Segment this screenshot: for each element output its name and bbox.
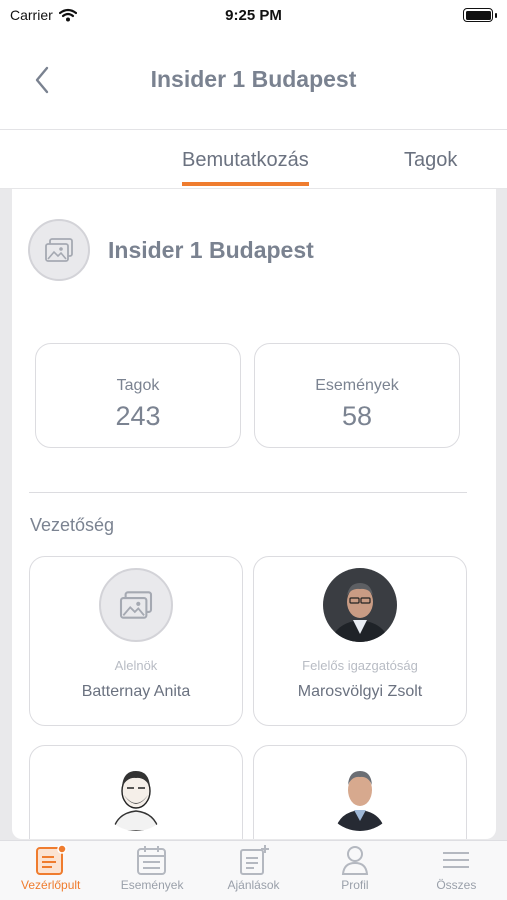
page-title: Insider 1 Budapest: [150, 66, 357, 92]
leader-photo: [323, 757, 397, 831]
menu-icon: [443, 852, 470, 868]
group-avatar: [28, 219, 90, 281]
members-stat-value: 243: [115, 401, 161, 431]
leader-card[interactable]: Felelős igazgatóság Marosvölgyi Zsolt: [253, 556, 467, 726]
segment-tabs: Bemutatkozás Tagok: [0, 131, 507, 189]
group-name: Insider 1 Budapest: [108, 236, 314, 263]
leader-photo: [99, 757, 173, 831]
members-stat-label: Tagok: [116, 377, 160, 394]
leader-card[interactable]: [29, 745, 243, 839]
leadership-title: Vezetőség: [30, 515, 115, 535]
navigation-bar: Insider 1 Budapest: [0, 30, 507, 130]
recommendations-icon: [239, 845, 269, 875]
tab-bar-dashboard[interactable]: Vezérlőpult: [0, 841, 101, 900]
tab-bar-label: Összes: [436, 878, 477, 892]
tab-bar-profile[interactable]: Profil: [304, 841, 405, 900]
leader-role: Felelős igazgatóság: [302, 658, 418, 673]
leader-role: Alelnök: [114, 658, 158, 673]
leader-card[interactable]: [253, 745, 467, 839]
battery-icon: [463, 8, 497, 22]
calendar-icon: [137, 846, 167, 875]
tab-members[interactable]: Tagok: [404, 149, 457, 182]
tab-bar-all[interactable]: Összes: [406, 841, 507, 900]
events-stat[interactable]: Események 58: [254, 343, 460, 448]
leader-name: Batternay Anita: [81, 683, 191, 700]
events-stat-value: 58: [341, 401, 373, 431]
tab-bar-label: Ajánlások: [227, 878, 280, 892]
leader-card[interactable]: Alelnök Batternay Anita: [29, 556, 243, 726]
leader-photo: [323, 568, 397, 642]
group-card: Insider 1 Budapest Tagok 243 Események 5…: [12, 189, 496, 839]
profile-icon: [341, 846, 369, 875]
tab-bar-label: Események: [120, 878, 184, 892]
tab-bar-events[interactable]: Események: [101, 841, 202, 900]
leader-avatar: [99, 568, 173, 642]
wifi-icon: [58, 8, 77, 22]
members-stat[interactable]: Tagok 243: [35, 343, 241, 448]
status-bar: Carrier 9:25 PM: [0, 0, 507, 30]
tab-bar-recommendations[interactable]: Ajánlások: [203, 841, 304, 900]
carrier-label: Carrier: [10, 7, 53, 23]
image-placeholder-icon: [119, 591, 153, 619]
status-left: Carrier: [10, 7, 77, 23]
bottom-tab-bar: Vezérlőpult Események Ajánlások Profil Ö…: [0, 840, 507, 900]
tab-introduction[interactable]: Bemutatkozás: [182, 149, 309, 186]
tab-bar-label: Profil: [341, 878, 369, 892]
leader-name: Marosvölgyi Zsolt: [297, 683, 423, 700]
section-divider: [29, 492, 467, 493]
dashboard-icon: [35, 844, 67, 875]
tab-bar-label: Vezérlőpult: [21, 878, 81, 892]
group-header: Insider 1 Budapest: [28, 219, 314, 281]
events-stat-label: Események: [315, 377, 399, 394]
image-placeholder-icon: [45, 238, 73, 262]
